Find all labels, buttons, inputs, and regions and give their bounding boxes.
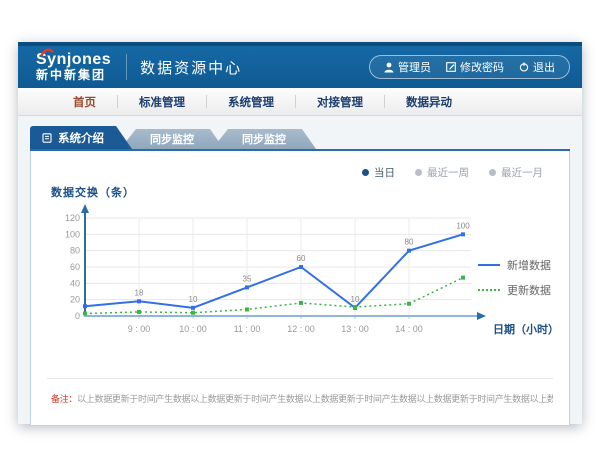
- legend-label: 更新数据: [507, 282, 551, 298]
- tab-sync-monitor-1[interactable]: 同步监控: [120, 129, 224, 149]
- legend-item-updated-data[interactable]: 更新数据: [478, 282, 551, 298]
- content-area: 系统介绍 同步监控 同步监控 当日 最近一周 最近一月 数据交换: [18, 116, 582, 426]
- filter-last-week[interactable]: 最近一周: [415, 165, 469, 180]
- header-divider: [126, 54, 127, 80]
- logo-company: 新中新集团: [36, 69, 111, 82]
- svg-text:14 : 00: 14 : 00: [395, 324, 423, 334]
- svg-text:100: 100: [456, 221, 470, 230]
- svg-text:100: 100: [65, 229, 80, 239]
- tab-sync-monitor-2[interactable]: 同步监控: [212, 129, 316, 149]
- chart-area: 0 20 40 60 80 100 120 9 : 00 10 : 00 11 : 00 12 : …: [47, 202, 553, 368]
- svg-text:10: 10: [351, 295, 360, 304]
- footnote-text: 以上数据更新于时间产生数据以上数据更新于时间产生数据以上数据更新于时间产生数据以…: [77, 394, 553, 404]
- filter-label: 当日: [374, 165, 395, 180]
- content-panel: 当日 最近一周 最近一月 数据交换（条） 0 20 40 60 80 100 120 9 : …: [30, 151, 570, 426]
- app-title: 数据资源中心: [140, 57, 242, 78]
- chart-legend: 新增数据 更新数据: [478, 257, 551, 298]
- svg-text:60: 60: [70, 262, 80, 272]
- svg-text:80: 80: [405, 238, 414, 247]
- document-icon: [42, 133, 52, 143]
- app-window: Synjones 新中新集团 数据资源中心 管理员 修改密码: [18, 42, 582, 424]
- legend-label: 新增数据: [507, 257, 551, 273]
- change-password-label: 修改密码: [460, 59, 504, 75]
- tab-bar: 系统介绍 同步监控 同步监控: [30, 126, 570, 151]
- svg-text:120: 120: [65, 213, 80, 223]
- svg-text:11 : 00: 11 : 00: [234, 324, 261, 334]
- radio-dot: [362, 169, 369, 176]
- svg-text:18: 18: [135, 288, 144, 297]
- time-filter-group: 当日 最近一周 最近一月: [47, 159, 553, 180]
- radio-dot: [415, 169, 422, 176]
- svg-text:12 : 00: 12 : 00: [287, 324, 315, 334]
- main-nav: 首页 标准管理 系统管理 对接管理 数据异动: [18, 88, 582, 116]
- brand-logo: Synjones 新中新集团: [30, 52, 111, 81]
- person-icon: [384, 62, 394, 73]
- nav-item-interface-mgmt[interactable]: 对接管理: [296, 94, 384, 110]
- svg-text:9 : 00: 9 : 00: [128, 324, 151, 334]
- change-password-button[interactable]: 修改密码: [446, 59, 504, 75]
- legend-item-new-data[interactable]: 新增数据: [478, 257, 551, 273]
- svg-text:80: 80: [70, 246, 80, 256]
- y-axis-title: 数据交换（条）: [51, 184, 553, 200]
- nav-item-system-mgmt[interactable]: 系统管理: [207, 94, 295, 110]
- footnote: 备注：以上数据更新于时间产生数据以上数据更新于时间产生数据以上数据更新于时间产生…: [47, 378, 553, 407]
- user-menu: 管理员 修改密码 退出: [369, 55, 570, 79]
- logout-label: 退出: [533, 59, 555, 75]
- nav-item-home[interactable]: 首页: [52, 94, 117, 110]
- user-button[interactable]: 管理员: [384, 59, 431, 75]
- user-label: 管理员: [398, 59, 431, 75]
- svg-text:20: 20: [70, 295, 80, 305]
- footnote-label: 备注：: [51, 394, 77, 404]
- filter-label: 最近一周: [427, 165, 469, 180]
- tab-label: 系统介绍: [58, 130, 104, 146]
- power-icon: [519, 62, 529, 72]
- filter-last-month[interactable]: 最近一月: [489, 165, 543, 180]
- nav-item-standard-mgmt[interactable]: 标准管理: [118, 94, 206, 110]
- logo-accent-icon: [40, 48, 55, 58]
- logout-button[interactable]: 退出: [519, 59, 555, 75]
- svg-text:10 : 00: 10 : 00: [179, 324, 207, 334]
- nav-item-data-change[interactable]: 数据异动: [385, 94, 473, 110]
- svg-text:0: 0: [75, 311, 80, 321]
- edit-icon: [446, 62, 456, 72]
- legend-line-solid-icon: [478, 264, 500, 266]
- svg-text:40: 40: [70, 278, 80, 288]
- app-header: Synjones 新中新集团 数据资源中心 管理员 修改密码: [18, 42, 582, 88]
- svg-text:10: 10: [189, 295, 198, 304]
- svg-text:35: 35: [243, 274, 252, 283]
- filter-today[interactable]: 当日: [362, 165, 395, 180]
- svg-text:60: 60: [297, 254, 306, 263]
- svg-text:日期（小时）: 日期（小时）: [493, 322, 559, 336]
- svg-text:13 : 00: 13 : 00: [341, 324, 369, 334]
- filter-label: 最近一月: [501, 165, 543, 180]
- tab-system-intro[interactable]: 系统介绍: [30, 126, 132, 149]
- legend-line-dotted-icon: [478, 289, 500, 291]
- radio-dot: [489, 169, 496, 176]
